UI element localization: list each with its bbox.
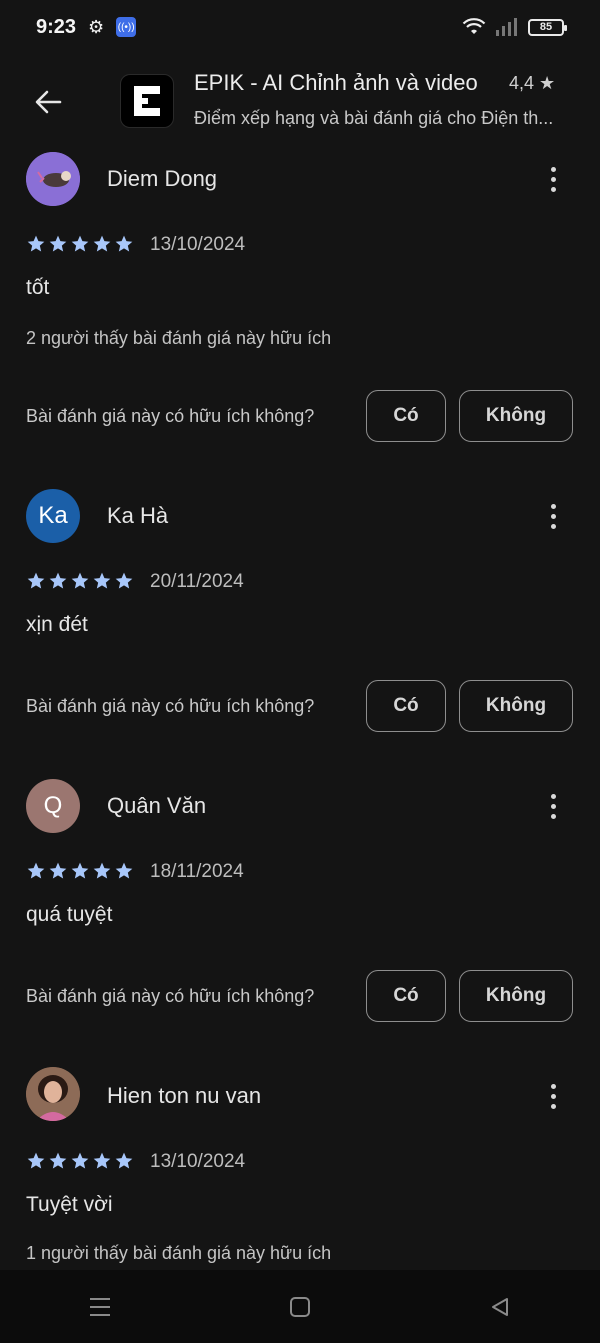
- wifi-icon: [462, 18, 486, 34]
- star-icon: [49, 862, 67, 879]
- star-icon: [71, 862, 89, 879]
- review-date: 18/11/2024: [150, 861, 244, 882]
- star-icon: [71, 572, 89, 589]
- review-text: xịn đét: [26, 613, 88, 636]
- more-options-icon[interactable]: [540, 496, 566, 536]
- review-date: 20/11/2024: [150, 571, 244, 592]
- star-icon: [115, 572, 133, 589]
- app-title: EPIK - AI Chỉnh ảnh và video: [194, 70, 478, 95]
- page-subtitle: Điểm xếp hạng và bài đánh giá cho Điện t…: [194, 108, 554, 128]
- star-icon: [93, 862, 111, 879]
- avatar[interactable]: [26, 152, 80, 206]
- more-options-icon[interactable]: [540, 1076, 566, 1116]
- cast-icon: ((•)): [116, 17, 137, 37]
- system-navigation-bar: [0, 1270, 600, 1343]
- star-icon: [93, 235, 111, 252]
- helpful-no-button[interactable]: Không: [459, 680, 573, 732]
- star-icon: [27, 235, 45, 252]
- review-date: 13/10/2024: [150, 234, 246, 255]
- review-text: quá tuyệt: [26, 903, 113, 926]
- menu-icon[interactable]: [70, 1282, 130, 1332]
- review-text: Tuyệt vời: [26, 1193, 113, 1216]
- app-logo-icon[interactable]: [120, 74, 174, 128]
- helpful-yes-button[interactable]: Có: [366, 390, 446, 442]
- helpful-question: Bài đánh giá này có hữu ích không?: [26, 406, 315, 426]
- battery-icon: 85: [528, 18, 567, 36]
- star-icon: [27, 572, 45, 589]
- home-icon[interactable]: [270, 1282, 330, 1332]
- app-rating: 4,4 ★: [509, 73, 556, 93]
- star-rating: [26, 234, 134, 254]
- helpful-no-button[interactable]: Không: [459, 390, 573, 442]
- star-icon: [93, 572, 111, 589]
- star-rating: [26, 571, 134, 591]
- star-icon: [71, 235, 89, 252]
- reviewer-name: Diem Dong: [107, 166, 218, 191]
- star-icon: [49, 1152, 67, 1169]
- reviewer-name: Hien ton nu van: [107, 1083, 262, 1108]
- helpful-yes-button[interactable]: Có: [366, 970, 446, 1022]
- more-options-icon[interactable]: [540, 786, 566, 826]
- settings-gear-icon: ⚙: [88, 16, 105, 37]
- star-icon: [115, 862, 133, 879]
- reviewer-name: Ka Hà: [107, 503, 169, 528]
- more-options-icon[interactable]: [540, 159, 566, 199]
- signal-icon: [496, 18, 517, 36]
- star-icon: [27, 862, 45, 879]
- helpful-count: 2 người thấy bài đánh giá này hữu ích: [26, 328, 332, 348]
- avatar[interactable]: Q: [26, 779, 80, 833]
- avatar[interactable]: Ka: [26, 489, 80, 543]
- helpful-yes-button[interactable]: Có: [366, 680, 446, 732]
- star-icon: [49, 235, 67, 252]
- reviewer-name: Quân Văn: [107, 793, 207, 818]
- star-icon: [27, 1152, 45, 1169]
- helpful-count: 1 người thấy bài đánh giá này hữu ích: [26, 1243, 332, 1263]
- app-header: EPIK - AI Chỉnh ảnh và video 4,4 ★ Điểm …: [0, 60, 600, 144]
- helpful-question: Bài đánh giá này có hữu ích không?: [26, 696, 315, 716]
- star-icon: [71, 1152, 89, 1169]
- star-rating: [26, 1151, 134, 1171]
- star-icon: [93, 1152, 111, 1169]
- star-icon: [49, 572, 67, 589]
- avatar[interactable]: [26, 1067, 80, 1121]
- helpful-no-button[interactable]: Không: [459, 970, 573, 1022]
- star-rating: [26, 861, 134, 881]
- review-date: 13/10/2024: [150, 1151, 246, 1172]
- star-icon: [115, 235, 133, 252]
- back-triangle-icon[interactable]: [470, 1282, 530, 1332]
- status-time: 9:23: [36, 15, 77, 38]
- star-icon: [115, 1152, 133, 1169]
- back-arrow-icon[interactable]: [28, 82, 68, 122]
- status-bar: 9:23 ⚙ ((•)) 85: [0, 0, 600, 54]
- review-text: tốt: [26, 276, 50, 299]
- helpful-question: Bài đánh giá này có hữu ích không?: [26, 986, 315, 1006]
